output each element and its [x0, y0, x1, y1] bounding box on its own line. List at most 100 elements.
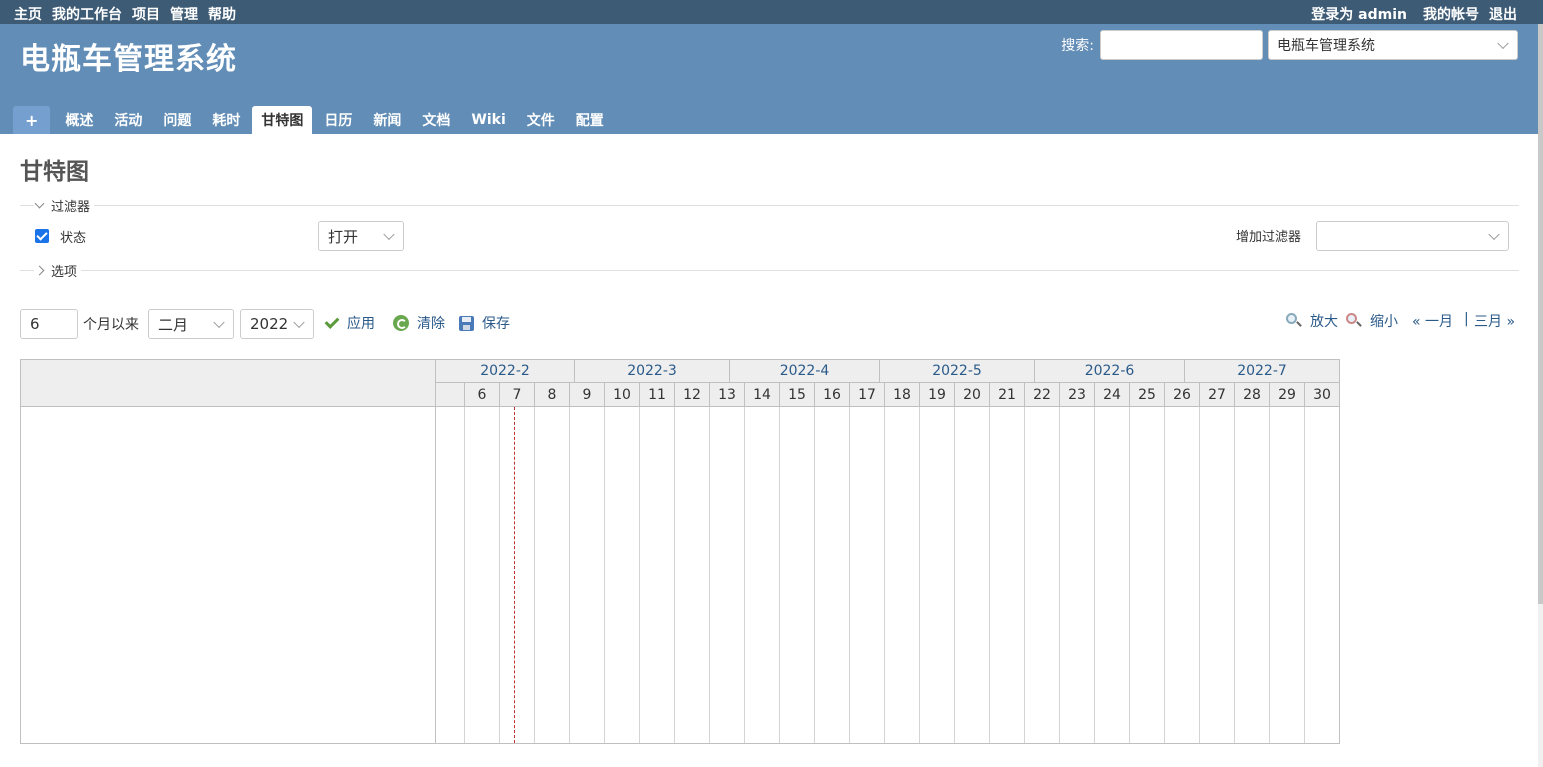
tab-issues[interactable]: 问题: [154, 106, 200, 134]
add-filter-select[interactable]: [1316, 221, 1509, 251]
logout-link[interactable]: 退出: [1489, 4, 1517, 24]
scrollbar-thumb[interactable]: [1538, 24, 1543, 604]
gantt-week-column: [570, 407, 605, 743]
save-icon: [459, 315, 474, 331]
tab-files[interactable]: 文件: [518, 106, 564, 134]
year-select[interactable]: 2022: [240, 309, 314, 339]
gantt-week-header: 26: [1165, 383, 1200, 407]
top-menu-my-page[interactable]: 我的工作台: [52, 4, 122, 24]
gantt-week-header: 6: [465, 383, 500, 407]
gantt-week-column: [1095, 407, 1130, 743]
gantt-week-header: 7: [500, 383, 535, 407]
gantt-month-header[interactable]: 2022-2: [436, 360, 575, 383]
gantt-month-header[interactable]: 2022-7: [1185, 360, 1339, 383]
status-operator-select[interactable]: 打开: [318, 221, 404, 251]
tab-time-entries[interactable]: 耗时: [203, 106, 249, 134]
gantt-week-column: [780, 407, 815, 743]
save-button[interactable]: 保存: [459, 313, 510, 333]
top-menu-home[interactable]: 主页: [14, 4, 42, 24]
gantt-week-column: [920, 407, 955, 743]
gantt-week-column: [990, 407, 1025, 743]
gantt-week-header: 15: [780, 383, 815, 407]
tab-wiki[interactable]: Wiki: [462, 106, 514, 134]
gantt-week-header: 30: [1305, 383, 1339, 407]
gantt-subjects-header: [21, 360, 435, 407]
gantt-week-header: 18: [885, 383, 920, 407]
vertical-scrollbar[interactable]: [1538, 24, 1543, 767]
tab-settings[interactable]: 配置: [567, 106, 613, 134]
gantt-today-line: [514, 407, 515, 743]
gantt-month-header[interactable]: 2022-6: [1035, 360, 1185, 383]
logged-as-label: 登录为: [1311, 7, 1354, 23]
options-legend[interactable]: 选项: [34, 261, 82, 280]
zoom-out-button[interactable]: 缩小: [1346, 311, 1398, 331]
gantt-week-column: [500, 407, 535, 743]
gantt-week-header: 20: [955, 383, 990, 407]
nav-separator: |: [1464, 311, 1469, 327]
top-menu-admin[interactable]: 管理: [170, 4, 198, 24]
gantt-week-header: 10: [605, 383, 640, 407]
tab-activity[interactable]: 活动: [105, 106, 151, 134]
gantt-month-header[interactable]: 2022-3: [575, 360, 730, 383]
gantt-week-column: [1200, 407, 1235, 743]
project-jump-select[interactable]: 电瓶车管理系统: [1268, 30, 1518, 60]
gantt-week-header: 22: [1025, 383, 1060, 407]
gantt-week-header: 14: [745, 383, 780, 407]
gantt-week-column: [640, 407, 675, 743]
tab-calendar[interactable]: 日历: [315, 106, 361, 134]
gantt-week-column: [436, 407, 465, 743]
status-filter-checkbox[interactable]: [35, 229, 49, 243]
gantt-week-column: [1025, 407, 1060, 743]
new-object-button[interactable]: +: [13, 106, 51, 134]
gantt-chart: 2022-2 2022-3 2022-4 2022-5 2022-6 2022-7 6 7 8 9…: [20, 359, 1340, 744]
status-operator-value: 打开: [328, 227, 359, 246]
project-title: 电瓶车管理系统: [20, 42, 237, 77]
logged-user-link[interactable]: admin: [1358, 7, 1407, 23]
clear-button[interactable]: 清除: [393, 313, 445, 333]
gantt-week-column: [535, 407, 570, 743]
gantt-month-header[interactable]: 2022-5: [880, 360, 1035, 383]
next-month-link[interactable]: 三月 »: [1474, 311, 1515, 331]
months-input[interactable]: 6: [20, 309, 78, 339]
chevron-down-icon: [1497, 37, 1509, 50]
my-account-link[interactable]: 我的帐号: [1423, 4, 1479, 24]
gantt-week-header: 9: [570, 383, 605, 407]
gantt-week-column: [1270, 407, 1305, 743]
top-menu-left: 主页 我的工作台 项目 管理 帮助: [14, 4, 236, 24]
gantt-month-header[interactable]: 2022-4: [730, 360, 880, 383]
tab-news[interactable]: 新闻: [364, 106, 410, 134]
gantt-week-header: 29: [1270, 383, 1305, 407]
gantt-area: 2022-2 2022-3 2022-4 2022-5 2022-6 2022-7 6 7 8 9…: [436, 360, 1339, 743]
reload-icon: [393, 315, 409, 331]
tab-documents[interactable]: 文档: [413, 106, 459, 134]
gantt-week-column: [885, 407, 920, 743]
top-menu-help[interactable]: 帮助: [208, 4, 236, 24]
zoom-in-button[interactable]: 放大: [1286, 311, 1338, 331]
month-select-value: 二月: [158, 315, 189, 334]
months-label: 个月以来: [83, 317, 139, 333]
chevron-down-icon: [213, 316, 225, 329]
tab-gantt[interactable]: 甘特图: [252, 106, 313, 134]
filters-legend[interactable]: 过滤器: [34, 196, 95, 215]
content: 甘特图 过滤器 状态 打开 增加过滤器 选项 6 个月以来 二月 2022 应用…: [0, 134, 1538, 767]
search-input[interactable]: [1100, 30, 1263, 60]
gantt-week-column: [1060, 407, 1095, 743]
zoom-out-label: 缩小: [1370, 314, 1398, 330]
filters-divider: [20, 205, 1519, 206]
search-label: 搜索:: [1061, 38, 1094, 54]
month-select[interactable]: 二月: [148, 309, 234, 339]
gantt-week-header: 12: [675, 383, 710, 407]
add-filter-label: 增加过滤器: [1236, 230, 1302, 245]
tab-overview[interactable]: 概述: [56, 106, 102, 134]
options-divider: [20, 270, 1519, 271]
previous-month-link[interactable]: « 一月: [1412, 311, 1453, 331]
apply-button[interactable]: 应用: [325, 313, 375, 333]
gantt-week-column: [710, 407, 745, 743]
gantt-week-column: [1130, 407, 1165, 743]
apply-label: 应用: [347, 316, 375, 332]
gantt-week-column: [1235, 407, 1270, 743]
chevron-down-icon: [293, 316, 305, 329]
chevron-down-icon: [1488, 228, 1500, 241]
top-menu-projects[interactable]: 项目: [132, 4, 160, 24]
gantt-week-header: 24: [1095, 383, 1130, 407]
